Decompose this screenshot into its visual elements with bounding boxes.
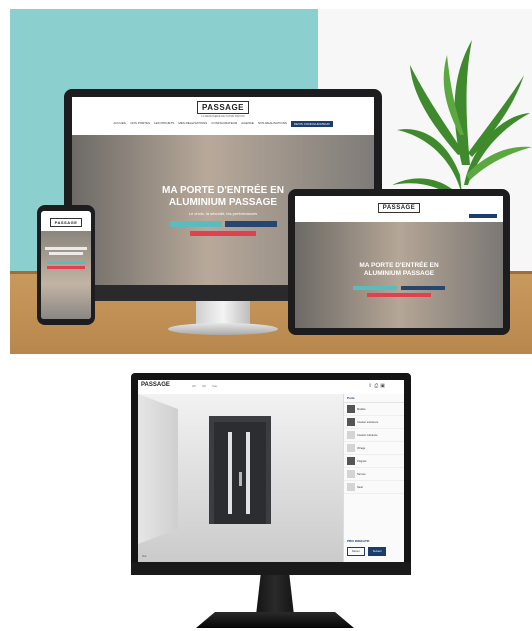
configurator-logo[interactable]: PASSAGE: [141, 382, 170, 388]
save-icon[interactable]: ▣: [380, 383, 387, 389]
view-button[interactable]: Vue: [212, 384, 217, 388]
monitor-base: [196, 612, 354, 628]
option-row[interactable]: Serrure: [344, 468, 404, 481]
configurator-screen: PASSAGE 2D 3D Vue ⇪⎙▣ Sol Porte Modèle C…: [138, 380, 404, 562]
nav-item[interactable]: MES REALISATIONS: [178, 121, 207, 127]
option-row[interactable]: Poignée: [344, 455, 404, 468]
devices-scene: PASSAGE LA MENUISERIE DE VOTRE MAISON AC…: [10, 9, 532, 354]
phone-hero: [41, 231, 91, 319]
door-handle: [239, 472, 242, 486]
tablet-logo[interactable]: PASSAGE: [377, 203, 421, 213]
option-thumbnail: [347, 405, 355, 413]
phone-header: PASSAGE: [41, 211, 91, 231]
option-label: Serrure: [357, 472, 366, 476]
tablet-configure-button[interactable]: [353, 286, 397, 290]
tablet-store-button[interactable]: [367, 293, 431, 297]
nav-item[interactable]: CONFIGURATEUR: [211, 121, 237, 127]
phone-configure-button[interactable]: [47, 261, 85, 264]
phone-hero-title2: [49, 252, 83, 255]
room-wall-left: [138, 394, 178, 544]
option-row[interactable]: Couleur extérieure: [344, 416, 404, 429]
option-label: Poignée: [357, 459, 367, 463]
phone-screen: PASSAGE: [41, 211, 91, 319]
option-label: Vitrage: [357, 446, 366, 450]
sidebar-actions: Retour Suivant: [347, 547, 387, 556]
view-3d-button[interactable]: 3D: [202, 384, 206, 388]
nav-item[interactable]: NOS REALISATIONS: [258, 121, 287, 127]
option-row[interactable]: Couleur intérieure: [344, 429, 404, 442]
monitor-chin: [131, 562, 411, 575]
tablet-header: PASSAGE: [295, 196, 503, 222]
tablet-device: PASSAGE MA PORTE D'ENTRÉE EN ALUMINIUM P…: [288, 189, 510, 335]
3d-viewport[interactable]: Sol: [138, 394, 343, 562]
site-header: PASSAGE LA MENUISERIE DE VOTRE MAISON AC…: [72, 97, 374, 135]
quote-button[interactable]: [225, 221, 277, 227]
option-thumbnail: [347, 470, 355, 478]
phone-logo[interactable]: PASSAGE: [49, 218, 83, 227]
back-button[interactable]: Retour: [347, 547, 365, 556]
floor-hint[interactable]: Sol: [142, 554, 146, 558]
phone-hero-title: [45, 247, 87, 250]
configurator-monitor: PASSAGE 2D 3D Vue ⇪⎙▣ Sol Porte Modèle C…: [131, 373, 411, 575]
nav-item[interactable]: AGENCE: [241, 121, 254, 127]
option-row[interactable]: Vitrage: [344, 442, 404, 455]
option-row[interactable]: Modèle: [344, 403, 404, 416]
site-tagline: LA MENUISERIE DE VOTRE MAISON: [201, 115, 245, 118]
site-logo[interactable]: PASSAGE: [196, 101, 250, 114]
option-label: Couleur extérieure: [357, 420, 379, 424]
option-thumbnail: [347, 483, 355, 491]
sidebar-header: Porte: [344, 394, 404, 403]
tablet-hero-line2: ALUMINIUM PASSAGE: [363, 270, 435, 277]
door-glass-strip: [228, 432, 232, 514]
nav-item[interactable]: LES PROJETS: [154, 121, 174, 127]
store-button[interactable]: [190, 231, 256, 236]
option-label: Couleur intérieure: [357, 433, 378, 437]
configurator-toolbar: PASSAGE 2D 3D Vue ⇪⎙▣: [138, 380, 404, 395]
nav-item[interactable]: NOS PORTES: [130, 121, 150, 127]
tablet-quote-button[interactable]: [401, 286, 445, 290]
next-button[interactable]: Suivant: [367, 547, 387, 556]
price-label: PRIX INDICATIF: [347, 539, 370, 543]
phone-store-button[interactable]: [47, 266, 85, 269]
option-thumbnail: [347, 431, 355, 439]
option-label: Seuil: [357, 485, 363, 489]
nav-item[interactable]: ACCUEIL: [113, 121, 126, 127]
option-thumbnail: [347, 418, 355, 426]
option-label: Modèle: [357, 407, 366, 411]
door-glass-strip: [246, 432, 250, 514]
monitor-base: [168, 323, 278, 335]
monitor-stand: [255, 575, 295, 617]
nav-cta-button[interactable]: DEVIS CONFIGURATEUR: [290, 121, 333, 127]
site-nav: ACCUEIL NOS PORTES LES PROJETS MES REALI…: [72, 121, 374, 127]
option-row[interactable]: Seuil: [344, 481, 404, 494]
tablet-hero: MA PORTE D'ENTRÉE EN ALUMINIUM PASSAGE: [295, 222, 503, 328]
option-thumbnail: [347, 457, 355, 465]
tablet-screen: PASSAGE MA PORTE D'ENTRÉE EN ALUMINIUM P…: [295, 196, 503, 328]
options-sidebar: Porte Modèle Couleur extérieure Couleur …: [343, 394, 404, 562]
phone-device: PASSAGE: [37, 205, 95, 325]
option-thumbnail: [347, 444, 355, 452]
tablet-cta[interactable]: [469, 214, 497, 218]
view-2d-button[interactable]: 2D: [192, 384, 196, 388]
tablet-hero-line1: MA PORTE D'ENTRÉE EN: [359, 262, 439, 269]
configure-button[interactable]: [170, 221, 222, 227]
toolbar-icons: ⇪⎙▣: [368, 383, 387, 389]
